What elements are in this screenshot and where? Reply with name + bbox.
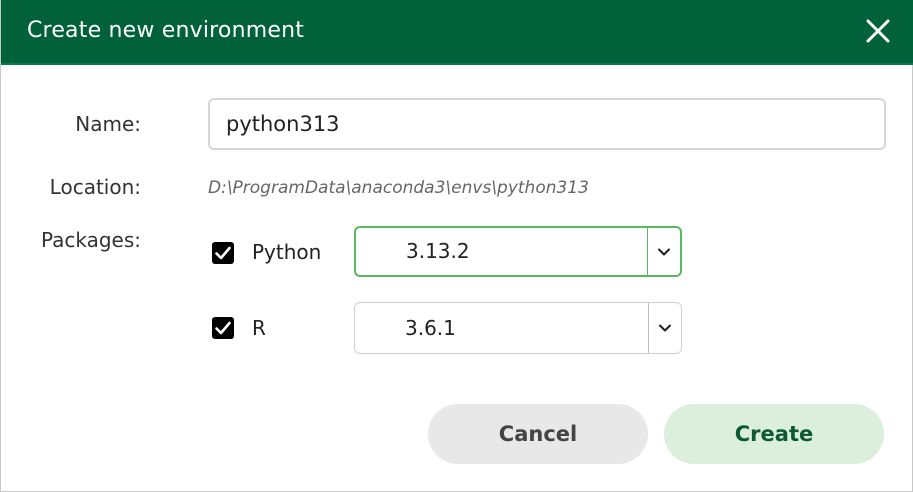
dialog-titlebar: Create new environment <box>1 0 913 65</box>
python-checkbox[interactable] <box>212 242 234 264</box>
name-input[interactable] <box>208 98 886 150</box>
packages-label: Packages: <box>40 228 141 252</box>
cancel-button[interactable]: Cancel <box>428 404 648 464</box>
close-button[interactable] <box>862 15 894 47</box>
r-checkbox[interactable] <box>212 317 234 339</box>
create-environment-dialog: Create new environment Name: Location: D… <box>0 0 913 492</box>
chevron-down-icon <box>658 248 670 255</box>
location-label: Location: <box>49 175 141 199</box>
python-package-label: Python <box>252 240 322 264</box>
python-version-value: 3.13.2 <box>406 239 470 263</box>
chevron-down-icon <box>659 324 671 332</box>
checkmark-icon <box>215 321 231 335</box>
location-path: D:\ProgramData\anaconda3\envs\python313 <box>208 178 589 198</box>
create-button[interactable]: Create <box>664 404 884 464</box>
python-version-select[interactable]: 3.13.2 <box>354 226 682 277</box>
r-package-label: R <box>252 316 266 340</box>
r-version-dropdown[interactable] <box>649 303 681 353</box>
dialog-title: Create new environment <box>27 18 305 43</box>
r-version-select[interactable]: 3.6.1 <box>354 302 682 354</box>
close-icon <box>866 19 890 43</box>
name-label: Name: <box>75 112 141 136</box>
python-version-dropdown[interactable] <box>648 228 680 275</box>
checkmark-icon <box>215 246 231 260</box>
r-version-value: 3.6.1 <box>405 316 456 340</box>
